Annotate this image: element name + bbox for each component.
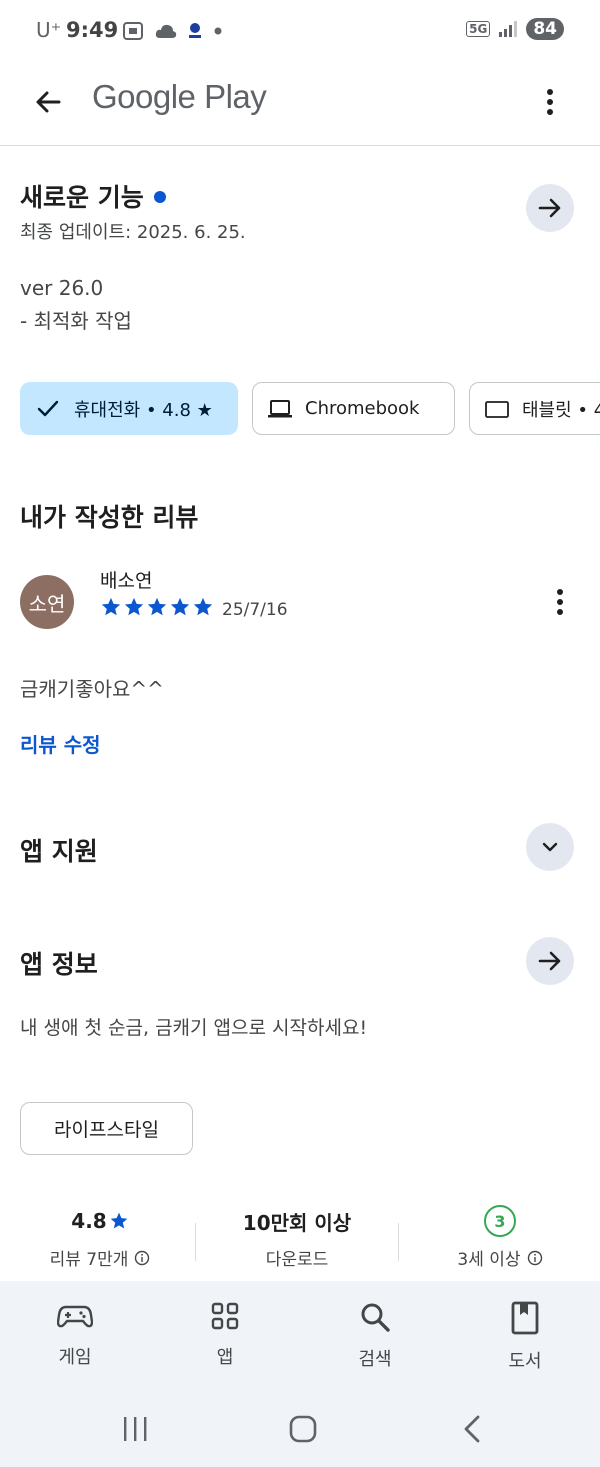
chip-chromebook-label: Chromebook — [305, 398, 420, 419]
system-back-button[interactable] — [452, 1409, 492, 1449]
laptop-icon — [268, 399, 292, 417]
version-text: ver 26.0 — [20, 276, 104, 300]
nav-item-apps[interactable]: 앱 — [150, 1301, 300, 1369]
app-support-expand-button[interactable] — [526, 823, 574, 871]
search-icon — [361, 1303, 390, 1332]
downloads-label: 다운로드 — [265, 1250, 329, 1270]
star-icon — [147, 597, 167, 616]
more-notifications-dot-icon — [214, 27, 222, 35]
app-info-arrow-button[interactable] — [526, 937, 574, 985]
new-indicator-dot — [153, 191, 166, 203]
status-system-icons: 5G 84 — [466, 18, 564, 40]
info-icon — [135, 1250, 150, 1265]
age-rating-stat[interactable]: 3 3세 이상 — [400, 1205, 600, 1270]
carrier-label: U⁺ — [36, 18, 62, 42]
change-note: - 최적화 작업 — [20, 309, 132, 333]
category-chip[interactable]: 라이프스타일 — [20, 1102, 193, 1155]
status-time: 9:49 — [66, 18, 119, 42]
recent-apps-button[interactable] — [115, 1409, 155, 1449]
nav-label-games: 게임 — [58, 1347, 92, 1368]
top-app-bar: Google Play — [0, 62, 600, 146]
review-rating-stars — [100, 596, 214, 618]
whats-new-notes: ver 26.0 - 최적화 작업 — [20, 272, 132, 338]
tablet-icon — [485, 400, 509, 418]
chip-tablet-label: 태블릿 • 4 — [522, 399, 600, 421]
chip-phone[interactable]: 휴대전화 • 4.8 ★ — [20, 382, 238, 435]
nav-item-games[interactable]: 게임 — [0, 1301, 150, 1369]
review-text: 금캐기좋아요^^ — [20, 677, 164, 701]
star-icon — [193, 597, 213, 616]
back-button[interactable] — [26, 80, 70, 124]
review-overflow-button[interactable] — [540, 580, 580, 624]
more-vert-icon — [557, 589, 563, 615]
status-bar: U⁺ 9:49 5G 84 — [0, 0, 600, 62]
recent-apps-icon — [124, 1417, 147, 1441]
chevron-down-icon — [542, 842, 558, 852]
age-rating-label: 3세 이상 — [457, 1250, 521, 1270]
nav-label-search: 검색 — [358, 1349, 392, 1370]
stat-divider — [398, 1223, 399, 1261]
rating-stat[interactable]: 4.8 리뷰 7만개 — [0, 1205, 200, 1270]
system-navigation-bar — [0, 1399, 600, 1459]
info-icon — [527, 1250, 542, 1265]
home-icon — [289, 1415, 317, 1443]
arrow-back-icon — [36, 91, 61, 113]
review-date: 25/7/16 — [222, 600, 288, 620]
check-icon — [37, 400, 59, 416]
star-icon — [110, 1212, 128, 1229]
edit-review-link[interactable]: 리뷰 수정 — [20, 729, 101, 758]
battery-level: 84 — [526, 18, 564, 40]
chip-tablet[interactable]: 태블릿 • 4 — [469, 382, 600, 435]
more-vert-icon — [547, 89, 553, 115]
network-type-label: 5G — [466, 21, 491, 37]
arrow-forward-icon — [538, 198, 561, 218]
home-button[interactable] — [283, 1409, 323, 1449]
chip-chromebook[interactable]: Chromebook — [252, 382, 455, 435]
whats-new-header: 새로운 기능 — [20, 178, 166, 214]
screenshot-icon — [123, 22, 143, 40]
my-review-heading: 내가 작성한 리뷰 — [20, 503, 199, 532]
apps-grid-icon — [211, 1302, 239, 1330]
arrow-forward-icon — [538, 951, 561, 971]
star-icon — [124, 597, 144, 616]
star-icon — [101, 597, 121, 616]
star-icon — [170, 597, 190, 616]
whats-new-arrow-button[interactable] — [526, 184, 574, 232]
app-info-heading: 앱 정보 — [20, 950, 98, 979]
nav-item-books[interactable]: 도서 — [450, 1301, 600, 1373]
whats-new-title: 새로운 기능 — [20, 183, 144, 212]
status-notification-icons — [122, 20, 224, 42]
app-notification-icon — [189, 23, 201, 38]
app-title: Google Play — [92, 78, 267, 115]
signal-icon — [499, 21, 518, 37]
reviewer-name: 배소연 — [100, 570, 153, 592]
last-updated-date: 최종 업데이트: 2025. 6. 25. — [20, 222, 246, 243]
rating-count-label: 리뷰 7만개 — [49, 1250, 129, 1270]
app-stats-row: 4.8 리뷰 7만개 10만회 이상 다운로드 3 3세 이상 — [0, 1205, 600, 1280]
bottom-navigation: 게임 앱 검색 도서 — [0, 1281, 600, 1467]
nav-item-search[interactable]: 검색 — [300, 1301, 450, 1371]
downloads-value: 10만회 이상 — [242, 1210, 352, 1235]
book-icon — [511, 1301, 539, 1335]
stat-divider — [195, 1223, 196, 1261]
age-rating-badge: 3 — [484, 1205, 516, 1237]
app-description: 내 생애 첫 순금, 금캐기 앱으로 시작하세요! — [20, 1017, 368, 1039]
chevron-left-icon — [464, 1415, 480, 1443]
chip-phone-label: 휴대전화 • 4.8 ★ — [74, 399, 213, 421]
avatar: 소연 — [20, 575, 74, 629]
gamepad-icon — [57, 1305, 93, 1328]
overflow-menu-button[interactable] — [528, 80, 572, 124]
downloads-stat: 10만회 이상 다운로드 — [197, 1205, 397, 1271]
rating-value: 4.8 — [71, 1209, 107, 1233]
app-support-heading: 앱 지원 — [20, 837, 98, 866]
nav-label-apps: 앱 — [216, 1347, 234, 1368]
nav-label-books: 도서 — [508, 1351, 542, 1372]
cloud-icon — [155, 24, 177, 38]
